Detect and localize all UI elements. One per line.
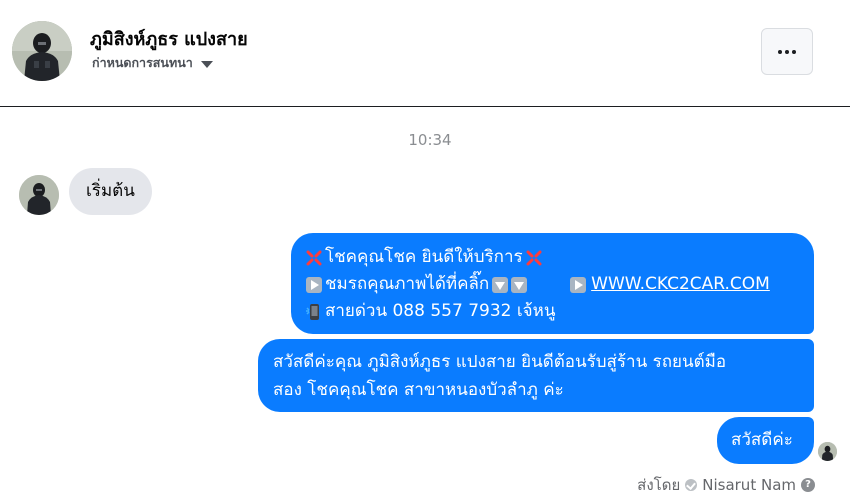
sender-avatar[interactable] — [19, 175, 59, 215]
promo-line-1-text: โชคคุณโชค ยินดีให้บริการ — [325, 247, 523, 267]
sent-by-name: Nisarut Nam — [702, 476, 796, 494]
incoming-message[interactable]: เริ่มต้น — [69, 168, 152, 215]
promo-line-2-text: ชมรถคุณภาพได้ที่คลิ๊ก — [325, 274, 490, 294]
more-options-button[interactable] — [761, 28, 813, 75]
promo-line-3-text: สายด่วน 088 557 7932 เจ้หนู — [325, 301, 556, 321]
manage-conversation-menu[interactable]: ก่าหนดการสนทนา — [92, 53, 213, 73]
outgoing-message-greeting[interactable]: สวัสดีค่ะ — [717, 417, 814, 464]
outgoing-message-promo[interactable]: โชคคุณโชค ยินดีให้บริการ ชมรถคุณภาพได้ที… — [291, 233, 814, 334]
sent-by-prefix: ส่งโดย — [637, 476, 681, 494]
message-timestamp: 10:34 — [408, 131, 452, 149]
contact-avatar[interactable] — [12, 21, 72, 81]
anger-symbol-icon — [526, 250, 542, 266]
welcome-line-2: สอง โชคคุณโชค สาขาหนองบัวลำภู ค่ะ — [273, 380, 564, 400]
caret-down-icon — [200, 60, 213, 68]
promo-line-2: ชมรถคุณภาพได้ที่คลิ๊ก WWW.CKC2CAR.COM — [306, 271, 800, 298]
ellipsis-icon — [778, 49, 796, 54]
sent-by-info: ส่งโดย Nisarut Nam ? — [637, 473, 815, 497]
promo-line-1: โชคคุณโชค ยินดีให้บริการ — [306, 244, 800, 271]
manage-conversation-label: ก่าหนดการสนทนา — [92, 55, 193, 70]
promo-line-3: สายด่วน 088 557 7932 เจ้หนู — [306, 298, 800, 325]
play-button-icon — [570, 276, 587, 293]
down-arrow-icon — [492, 276, 509, 293]
conversation-header: ภูมิสิงห์ภูธร แปงสาย ก่าหนดการสนทนา — [0, 0, 850, 107]
contact-name[interactable]: ภูมิสิงห์ภูธร แปงสาย — [90, 24, 248, 53]
down-arrow-icon — [511, 276, 528, 293]
welcome-line-1: สวัสดีค่ะคุณ ภูมิสิงห์ภูธร แปงสาย ยินดีต… — [273, 352, 727, 372]
sender-avatar-image — [19, 175, 59, 215]
website-link[interactable]: WWW.CKC2CAR.COM — [591, 271, 770, 298]
play-button-icon — [306, 276, 322, 293]
seen-avatar-image — [818, 442, 837, 461]
seen-avatar — [818, 442, 837, 461]
mobile-phone-icon — [306, 303, 322, 321]
anger-symbol-icon — [306, 250, 322, 266]
check-circle-icon — [685, 479, 698, 491]
help-icon[interactable]: ? — [801, 478, 815, 492]
contact-avatar-image — [12, 21, 72, 81]
outgoing-message-welcome[interactable]: สวัสดีค่ะคุณ ภูมิสิงห์ภูธร แปงสาย ยินดีต… — [258, 339, 814, 412]
